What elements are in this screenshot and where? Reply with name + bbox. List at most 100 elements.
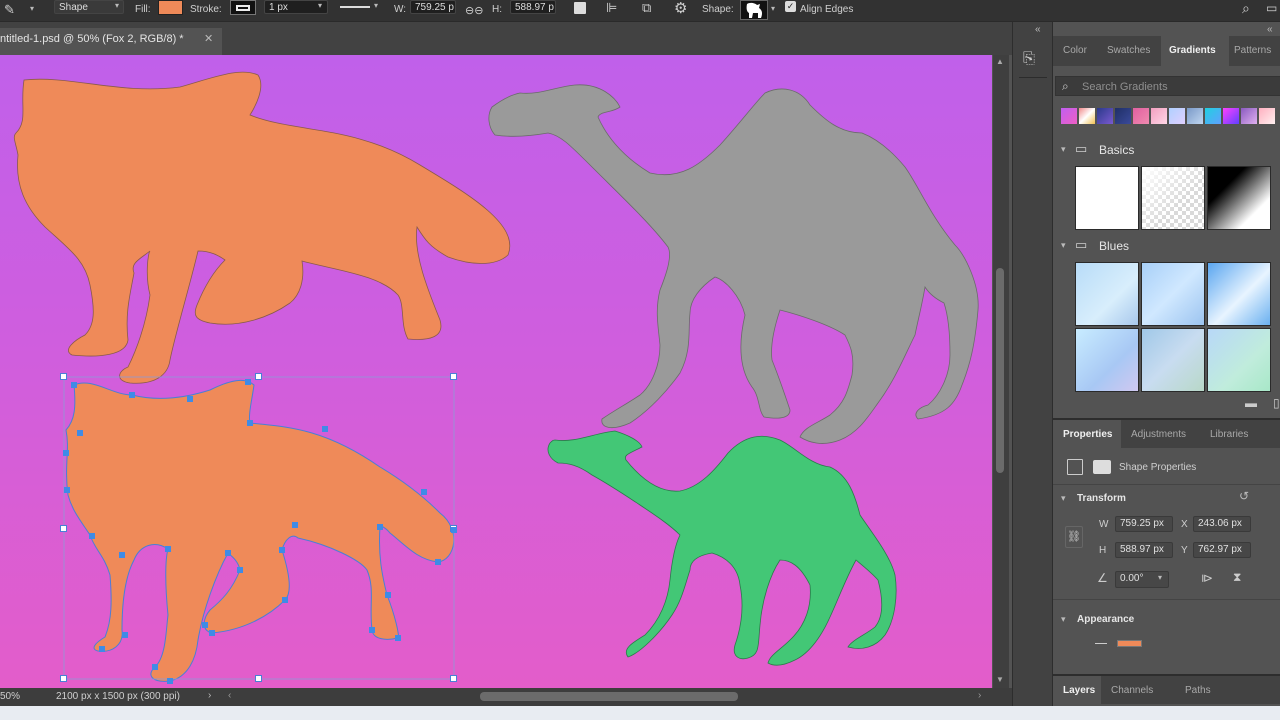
anchor-point[interactable] — [99, 646, 105, 652]
gradient-swatch-blue[interactable] — [1207, 328, 1271, 392]
mask-icon[interactable] — [1093, 460, 1111, 474]
anchor-point[interactable] — [71, 382, 77, 388]
tab-layers[interactable]: Layers — [1053, 676, 1101, 706]
camel-2-shape[interactable] — [547, 430, 897, 666]
gradient-swatch[interactable] — [1205, 108, 1221, 124]
path-alignment-icon[interactable]: ⊫ — [606, 0, 617, 16]
chevron-down-icon[interactable]: ▾ — [30, 4, 34, 13]
close-icon[interactable]: ✕ — [204, 32, 213, 45]
gradient-swatch[interactable] — [1097, 108, 1113, 124]
stroke-swatch-small[interactable] — [1095, 643, 1107, 644]
chevron-down-icon[interactable]: ▾ — [1061, 614, 1066, 625]
search-icon[interactable]: ⌕ — [1242, 0, 1250, 17]
stroke-type-select[interactable]: ▾ — [336, 0, 384, 14]
anchor-point[interactable] — [385, 592, 391, 598]
anchor-point[interactable] — [122, 632, 128, 638]
gradient-swatch[interactable] — [1079, 108, 1095, 124]
gradient-swatch-blue[interactable] — [1141, 328, 1205, 392]
gradient-swatch[interactable] — [1169, 108, 1185, 124]
vertical-scroll-thumb[interactable] — [996, 268, 1004, 473]
anchor-point[interactable] — [152, 664, 158, 670]
gear-icon[interactable]: ⚙ — [674, 0, 687, 17]
width-field[interactable]: 759.25 p — [410, 0, 456, 14]
align-edges-checkbox[interactable]: ✓ — [785, 1, 796, 12]
chevron-down-icon[interactable]: ▾ — [771, 4, 775, 13]
new-group-icon[interactable]: ▬ — [1245, 396, 1257, 410]
history-icon[interactable]: ⎘ — [1023, 50, 1035, 67]
document-canvas[interactable] — [0, 55, 992, 688]
y-field[interactable]: 762.97 px — [1193, 542, 1251, 558]
anchor-point[interactable] — [187, 396, 193, 402]
anchor-point[interactable] — [369, 627, 375, 633]
fox-shape[interactable] — [13, 71, 511, 384]
h-field[interactable]: 588.97 px — [1115, 542, 1173, 558]
gradient-swatch-transparent[interactable] — [1141, 166, 1205, 230]
anchor-point[interactable] — [395, 635, 401, 641]
angle-field[interactable]: 0.00° ▾ — [1115, 571, 1169, 588]
group-blues-label[interactable]: Blues — [1099, 239, 1129, 253]
horizontal-scroll-thumb[interactable] — [480, 692, 738, 701]
mode-select[interactable]: Shape — [54, 0, 124, 14]
anchor-point[interactable] — [225, 550, 231, 556]
tab-patterns[interactable]: Patterns — [1234, 36, 1271, 66]
fill-swatch[interactable] — [158, 0, 183, 15]
group-basics-label[interactable]: Basics — [1099, 143, 1134, 157]
anchor-point[interactable] — [322, 426, 328, 432]
transform-handle-br[interactable] — [450, 675, 457, 682]
zoom-level[interactable]: 50% — [0, 691, 20, 702]
anchor-point[interactable] — [421, 489, 427, 495]
anchor-point[interactable] — [119, 552, 125, 558]
anchor-point[interactable] — [64, 487, 70, 493]
scroll-down-icon[interactable]: ▼ — [996, 675, 1004, 684]
chevron-down-icon[interactable]: ▾ — [318, 1, 322, 10]
gradient-swatch-blue[interactable] — [1141, 262, 1205, 326]
anchor-point[interactable] — [245, 379, 251, 385]
gradient-swatch-white[interactable] — [1075, 166, 1139, 230]
scroll-up-icon[interactable]: ▲ — [996, 57, 1004, 66]
anchor-point[interactable] — [209, 630, 215, 636]
chevron-down-icon[interactable]: ▾ — [1061, 144, 1066, 155]
anchor-point[interactable] — [167, 678, 173, 684]
document-tab[interactable]: ntitled-1.psd @ 50% (Fox 2, RGB/8) * ✕ — [0, 28, 222, 55]
gradient-swatch[interactable] — [1187, 108, 1203, 124]
appearance-label[interactable]: Appearance — [1077, 614, 1134, 625]
new-gradient-icon[interactable]: ▯ — [1273, 396, 1280, 410]
anchor-point[interactable] — [165, 546, 171, 552]
path-operations-icon[interactable] — [574, 2, 586, 14]
gradient-swatch-blue[interactable] — [1075, 262, 1139, 326]
stroke-swatch[interactable] — [230, 0, 256, 15]
transform-handle-tr[interactable] — [450, 373, 457, 380]
gradient-swatch[interactable] — [1241, 108, 1257, 124]
link-icon[interactable]: ⛓ — [1065, 526, 1083, 548]
tab-adjustments[interactable]: Adjustments — [1131, 420, 1186, 450]
anchor-point[interactable] — [377, 524, 383, 530]
link-icon[interactable]: ⊖⊖ — [465, 4, 483, 17]
gradient-swatch[interactable] — [1115, 108, 1131, 124]
gradient-search-input[interactable]: ⌕ Search Gradients — [1055, 76, 1280, 96]
anchor-point[interactable] — [282, 597, 288, 603]
chevron-down-icon[interactable]: ▾ — [1061, 240, 1066, 251]
camel-shape[interactable] — [488, 84, 979, 444]
gradient-swatch-blue[interactable] — [1075, 328, 1139, 392]
scroll-right-icon[interactable]: › — [978, 690, 981, 701]
collapse-panels-icon[interactable]: « — [1035, 24, 1041, 35]
chevron-right-icon[interactable]: › — [208, 690, 211, 701]
height-field[interactable]: 588.97 p — [510, 0, 556, 14]
collapse-panels-icon[interactable]: « — [1267, 24, 1273, 35]
tab-gradients[interactable]: Gradients — [1161, 36, 1229, 66]
transform-label[interactable]: Transform — [1077, 493, 1126, 504]
transform-handle-tm[interactable] — [255, 373, 262, 380]
gradient-swatch[interactable] — [1133, 108, 1149, 124]
anchor-point[interactable] — [237, 567, 243, 573]
document-info[interactable]: 2100 px x 1500 px (300 ppi) — [56, 691, 180, 702]
flip-horizontal-icon[interactable]: ⧐ — [1201, 571, 1213, 585]
transform-handle-bl[interactable] — [60, 675, 67, 682]
tab-channels[interactable]: Channels — [1111, 676, 1153, 706]
gradient-swatch-blue[interactable] — [1207, 262, 1271, 326]
transform-handle-tl[interactable] — [60, 373, 67, 380]
gradient-swatch[interactable] — [1061, 108, 1077, 124]
x-field[interactable]: 243.06 px — [1193, 516, 1251, 532]
shape-picker[interactable] — [740, 0, 768, 20]
workspace-icon[interactable]: ▭ — [1266, 1, 1277, 15]
tab-libraries[interactable]: Libraries — [1210, 420, 1248, 450]
